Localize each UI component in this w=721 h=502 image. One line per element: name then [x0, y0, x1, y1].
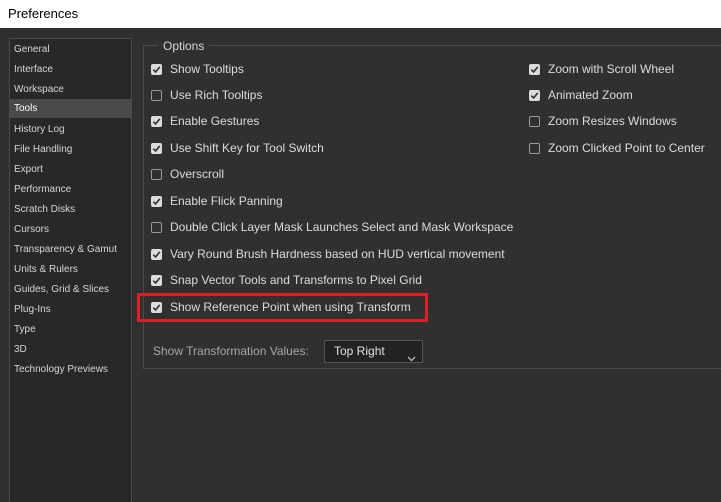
option-label: Show Tooltips — [170, 62, 244, 76]
sidebar-item-transparency-gamut[interactable]: Transparency & Gamut — [10, 240, 131, 259]
option-vary-round-brush[interactable]: Vary Round Brush Hardness based on HUD v… — [151, 245, 505, 263]
option-label: Snap Vector Tools and Transforms to Pixe… — [170, 273, 422, 287]
checkbox-checked-icon[interactable] — [151, 195, 162, 207]
checkbox-checked-icon[interactable] — [151, 63, 162, 75]
checkbox-checked-icon[interactable] — [529, 89, 540, 101]
option-zoom-with-scroll-wheel[interactable]: Zoom with Scroll Wheel — [529, 60, 674, 78]
checkbox-checked-icon[interactable] — [151, 142, 162, 154]
checkbox-unchecked-icon[interactable] — [529, 142, 540, 154]
sidebar-item-type[interactable]: Type — [10, 320, 131, 339]
option-label: Enable Gestures — [170, 114, 260, 128]
option-enable-flick-panning[interactable]: Enable Flick Panning — [151, 192, 283, 210]
option-zoom-resizes-windows[interactable]: Zoom Resizes Windows — [529, 112, 677, 130]
option-label: Animated Zoom — [548, 88, 633, 102]
option-label: Double Click Layer Mask Launches Select … — [170, 220, 514, 234]
sidebar-item-file-handling[interactable]: File Handling — [10, 140, 131, 159]
sidebar-item-units-rulers[interactable]: Units & Rulers — [10, 260, 131, 279]
checkbox-checked-icon[interactable] — [151, 115, 162, 127]
checkbox-checked-icon[interactable] — [151, 274, 162, 286]
checkbox-unchecked-icon[interactable] — [151, 221, 162, 233]
option-label: Enable Flick Panning — [170, 194, 283, 208]
highlight-box — [137, 293, 428, 322]
sidebar-item-tools[interactable]: Tools — [10, 99, 131, 118]
option-label: Zoom Clicked Point to Center — [548, 141, 705, 155]
sidebar-item-scratch-disks[interactable]: Scratch Disks — [10, 200, 131, 219]
checkbox-unchecked-icon[interactable] — [151, 168, 162, 180]
sidebar-item-general[interactable]: General — [10, 40, 131, 59]
sidebar-item-cursors[interactable]: Cursors — [10, 220, 131, 239]
sidebar-item-3d[interactable]: 3D — [10, 340, 131, 359]
option-label: Zoom Resizes Windows — [548, 114, 677, 128]
option-label: Overscroll — [170, 167, 225, 181]
window-title: Preferences — [0, 0, 721, 28]
option-zoom-clicked-point[interactable]: Zoom Clicked Point to Center — [529, 139, 705, 157]
transformation-values-label: Show Transformation Values: — [153, 344, 309, 358]
option-use-shift-key[interactable]: Use Shift Key for Tool Switch — [151, 139, 324, 157]
sidebar-item-guides-grid-slices[interactable]: Guides, Grid & Slices — [10, 280, 131, 299]
sidebar-item-technology-previews[interactable]: Technology Previews — [10, 360, 131, 379]
option-label: Vary Round Brush Hardness based on HUD v… — [170, 247, 505, 261]
checkbox-checked-icon[interactable] — [151, 248, 162, 260]
option-show-tooltips[interactable]: Show Tooltips — [151, 60, 244, 78]
checkbox-unchecked-icon[interactable] — [151, 89, 162, 101]
preferences-sidebar: General Interface Workspace Tools Histor… — [9, 38, 132, 502]
checkbox-unchecked-icon[interactable] — [529, 115, 540, 127]
checkbox-checked-icon[interactable] — [529, 63, 540, 75]
option-enable-gestures[interactable]: Enable Gestures — [151, 112, 259, 130]
option-label: Use Rich Tooltips — [170, 88, 263, 102]
option-overscroll[interactable]: Overscroll — [151, 165, 224, 183]
option-label: Use Shift Key for Tool Switch — [170, 141, 324, 155]
sidebar-item-performance[interactable]: Performance — [10, 180, 131, 199]
sidebar-item-export[interactable]: Export — [10, 160, 131, 179]
sidebar-item-interface[interactable]: Interface — [10, 60, 131, 79]
transformation-values-selected: Top Right — [334, 344, 385, 358]
sidebar-item-workspace[interactable]: Workspace — [10, 80, 131, 99]
sidebar-item-history-log[interactable]: History Log — [10, 120, 131, 139]
sidebar-item-plug-ins[interactable]: Plug-Ins — [10, 300, 131, 319]
option-snap-vector-tools[interactable]: Snap Vector Tools and Transforms to Pixe… — [151, 271, 422, 289]
option-use-rich-tooltips[interactable]: Use Rich Tooltips — [151, 86, 262, 104]
chevron-down-icon — [407, 348, 416, 369]
options-group-title: Options — [158, 38, 210, 54]
option-animated-zoom[interactable]: Animated Zoom — [529, 86, 633, 104]
transformation-values-select[interactable]: Top Right — [324, 340, 423, 363]
option-double-click-layer-mask[interactable]: Double Click Layer Mask Launches Select … — [151, 218, 513, 236]
option-label: Zoom with Scroll Wheel — [548, 62, 675, 76]
